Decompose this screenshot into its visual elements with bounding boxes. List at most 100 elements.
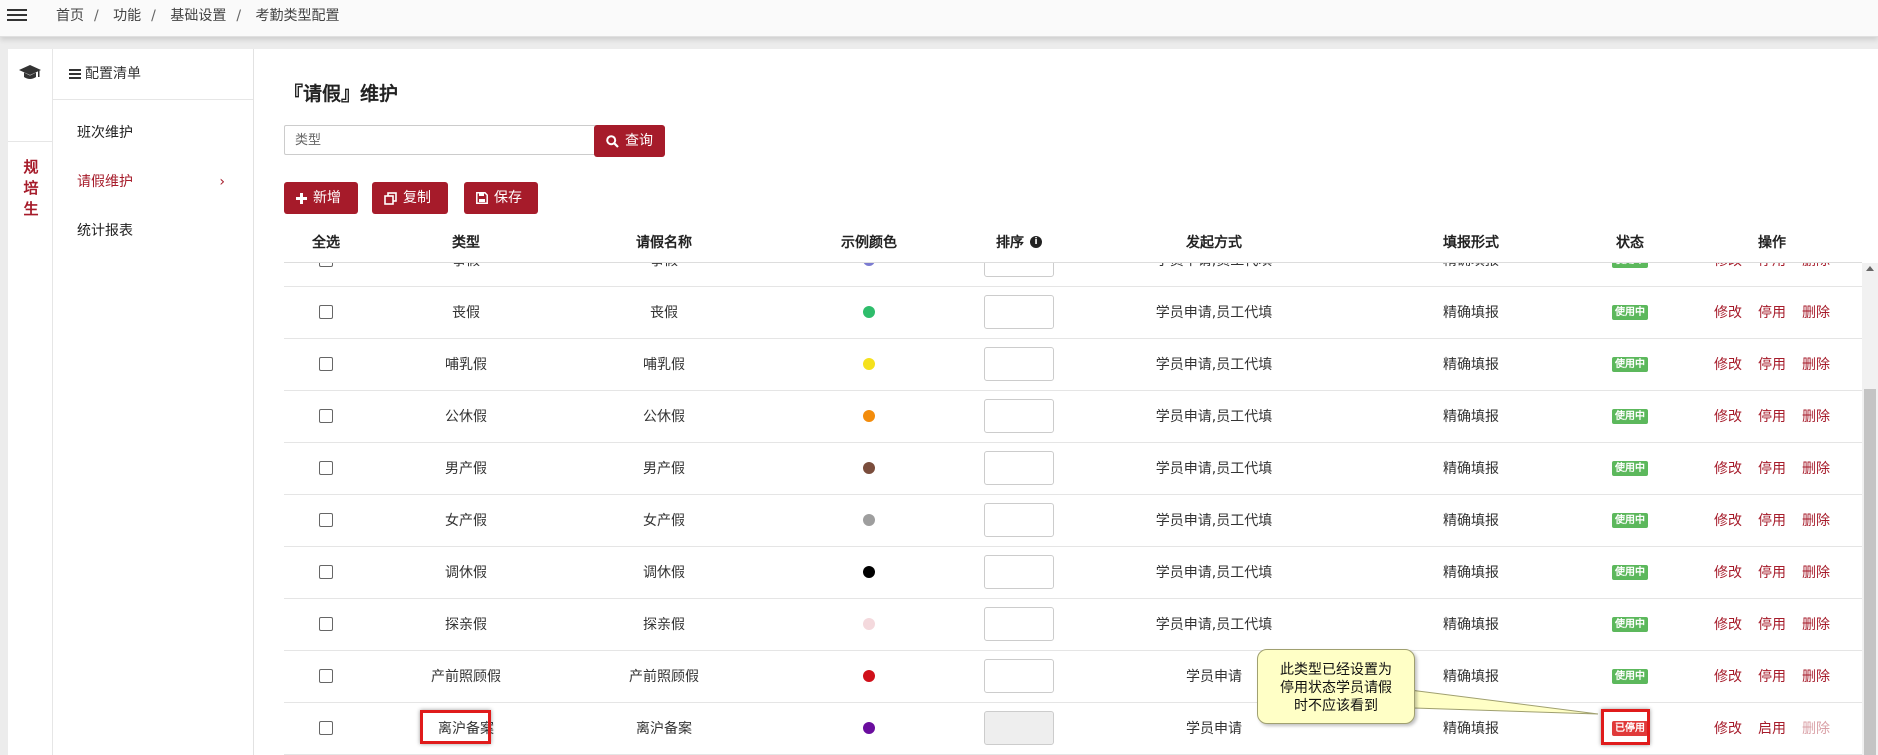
row-checkbox[interactable] bbox=[319, 721, 333, 735]
copy-button[interactable]: 复制 bbox=[372, 182, 448, 214]
row-ops: 修改停用删除 bbox=[1682, 442, 1862, 494]
row-launch: 学员申请,员工代填 bbox=[1155, 513, 1273, 529]
edit-link[interactable]: 修改 bbox=[1714, 354, 1742, 374]
toggle-status-link[interactable]: 停用 bbox=[1758, 458, 1786, 478]
graduation-cap-icon[interactable] bbox=[19, 64, 41, 82]
plus-icon bbox=[296, 192, 307, 204]
row-checkbox[interactable] bbox=[319, 305, 333, 319]
row-sort-cell bbox=[974, 650, 1064, 702]
row-checkbox[interactable] bbox=[319, 263, 333, 267]
sort-input[interactable] bbox=[984, 659, 1054, 693]
toggle-status-link[interactable]: 停用 bbox=[1758, 406, 1786, 426]
delete-link[interactable]: 删除 bbox=[1802, 510, 1830, 530]
config-item-shift[interactable]: 班次维护 bbox=[53, 109, 253, 158]
info-icon[interactable]: i bbox=[1030, 236, 1042, 248]
breadcrumb: 首页 / 功能 / 基础设置 / 考勤类型配置 bbox=[56, 8, 340, 24]
header-status: 状态 bbox=[1616, 235, 1644, 251]
row-checkbox[interactable] bbox=[319, 409, 333, 423]
row-checkbox-cell bbox=[284, 338, 368, 390]
color-swatch bbox=[863, 670, 875, 682]
edit-link[interactable]: 修改 bbox=[1714, 562, 1742, 582]
sort-input[interactable] bbox=[984, 295, 1054, 329]
row-checkbox[interactable] bbox=[319, 565, 333, 579]
row-fill: 精确填报 bbox=[1443, 565, 1499, 581]
hamburger-menu-icon[interactable] bbox=[7, 6, 27, 26]
top-bar: 首页 / 功能 / 基础设置 / 考勤类型配置 bbox=[0, 0, 1878, 37]
query-button[interactable]: 查询 bbox=[594, 125, 665, 157]
row-sort-cell bbox=[974, 546, 1064, 598]
sort-input[interactable] bbox=[984, 347, 1054, 381]
row-status-cell: 使用中 bbox=[1578, 390, 1682, 442]
color-swatch bbox=[863, 722, 875, 734]
delete-link[interactable]: 删除 bbox=[1802, 614, 1830, 634]
table-row: 丧假 丧假 学员申请,员工代填 精确填报 使用中 修改 停用 删除 bbox=[284, 286, 1862, 339]
sort-input[interactable] bbox=[984, 451, 1054, 485]
config-item-report[interactable]: 统计报表 bbox=[53, 207, 253, 256]
delete-link[interactable]: 删除 bbox=[1802, 406, 1830, 426]
row-checkbox-cell bbox=[284, 263, 368, 286]
row-fill: 精确填报 bbox=[1364, 263, 1578, 286]
delete-link[interactable]: 删除 bbox=[1802, 263, 1830, 270]
color-swatch bbox=[863, 462, 875, 474]
header-type: 类型 bbox=[452, 235, 480, 251]
toggle-status-link[interactable]: 停用 bbox=[1758, 614, 1786, 634]
row-color-cell bbox=[764, 650, 974, 702]
toggle-status-link[interactable]: 停用 bbox=[1758, 263, 1786, 270]
edit-link[interactable]: 修改 bbox=[1714, 510, 1742, 530]
header-select-all[interactable]: 全选 bbox=[284, 222, 368, 262]
scrollbar-thumb[interactable] bbox=[1864, 389, 1876, 755]
row-sort-cell bbox=[974, 338, 1064, 390]
row-checkbox[interactable] bbox=[319, 669, 333, 683]
config-panel-header: 配置清单 bbox=[53, 49, 253, 100]
table-scrollbar[interactable] bbox=[1862, 263, 1878, 755]
edit-link[interactable]: 修改 bbox=[1714, 614, 1742, 634]
row-status-cell: 使用中 bbox=[1578, 598, 1682, 650]
type-search-input[interactable] bbox=[284, 125, 604, 155]
edit-link[interactable]: 修改 bbox=[1714, 458, 1742, 478]
delete-link[interactable]: 删除 bbox=[1802, 354, 1830, 374]
sort-input[interactable] bbox=[984, 607, 1054, 641]
edit-link[interactable]: 修改 bbox=[1714, 666, 1742, 686]
color-swatch bbox=[863, 306, 875, 318]
row-checkbox[interactable] bbox=[319, 617, 333, 631]
rail-module-label[interactable]: 规 培 生 bbox=[22, 157, 40, 220]
breadcrumb-home[interactable]: 首页 bbox=[56, 8, 84, 24]
status-badge: 使用中 bbox=[1612, 512, 1648, 528]
row-checkbox[interactable] bbox=[319, 513, 333, 527]
delete-link[interactable]: 删除 bbox=[1802, 458, 1830, 478]
row-color-cell bbox=[764, 338, 974, 390]
header-color: 示例颜色 bbox=[841, 235, 897, 251]
add-button[interactable]: 新增 bbox=[284, 182, 358, 214]
toggle-status-link[interactable]: 停用 bbox=[1758, 302, 1786, 322]
breadcrumb-function[interactable]: 功能 bbox=[113, 8, 141, 24]
highlight-type-box bbox=[420, 710, 491, 744]
toggle-status-link[interactable]: 启用 bbox=[1758, 718, 1786, 738]
row-checkbox-cell bbox=[284, 494, 368, 546]
row-launch: 学员申请,员工代填 bbox=[1155, 565, 1273, 581]
edit-link[interactable]: 修改 bbox=[1714, 302, 1742, 322]
save-button[interactable]: 保存 bbox=[464, 182, 538, 214]
sort-input[interactable] bbox=[984, 555, 1054, 589]
scroll-up-arrow-icon[interactable] bbox=[1866, 266, 1874, 271]
toggle-status-link[interactable]: 停用 bbox=[1758, 354, 1786, 374]
delete-link[interactable]: 删除 bbox=[1802, 302, 1830, 322]
sort-input[interactable] bbox=[984, 263, 1054, 277]
row-status-cell: 使用中 bbox=[1578, 338, 1682, 390]
sort-input[interactable] bbox=[984, 503, 1054, 537]
row-checkbox[interactable] bbox=[319, 461, 333, 475]
edit-link[interactable]: 修改 bbox=[1714, 406, 1742, 426]
config-item-leave[interactable]: 请假维护 › bbox=[53, 158, 253, 207]
edit-link[interactable]: 修改 bbox=[1714, 718, 1742, 738]
row-checkbox[interactable] bbox=[319, 357, 333, 371]
sort-input[interactable] bbox=[984, 399, 1054, 433]
toggle-status-link[interactable]: 停用 bbox=[1758, 562, 1786, 582]
edit-link[interactable]: 修改 bbox=[1714, 263, 1742, 270]
config-panel-title: 配置清单 bbox=[85, 66, 141, 82]
row-ops: 修改停用删除 bbox=[1682, 390, 1862, 442]
delete-link[interactable]: 删除 bbox=[1802, 666, 1830, 686]
delete-link[interactable]: 删除 bbox=[1802, 562, 1830, 582]
color-swatch bbox=[863, 263, 875, 266]
toggle-status-link[interactable]: 停用 bbox=[1758, 510, 1786, 530]
toggle-status-link[interactable]: 停用 bbox=[1758, 666, 1786, 686]
breadcrumb-basic-settings[interactable]: 基础设置 bbox=[170, 8, 226, 24]
